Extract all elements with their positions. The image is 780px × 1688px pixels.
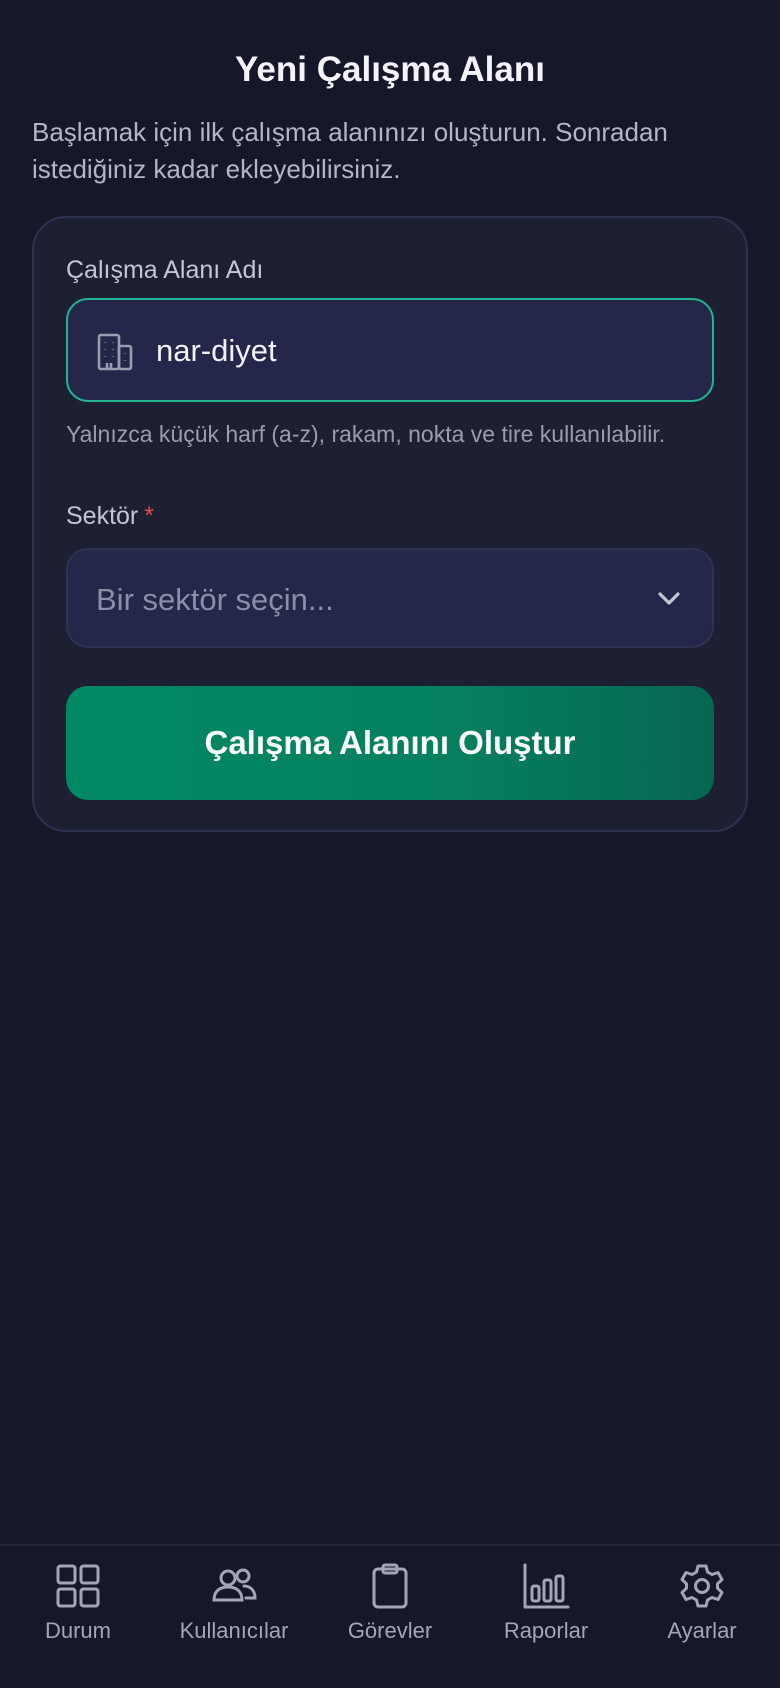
workspace-name-hint: Yalnızca küçük harf (a-z), rakam, nokta … — [66, 421, 666, 447]
sector-label-text: Sektör — [66, 502, 139, 530]
bottom-navigation: Durum Kullanıcılar Görevler Raporlar Aya… — [0, 1544, 780, 1688]
sector-select[interactable]: Bir sektör seçin... — [66, 548, 714, 648]
sector-label: Sektör * — [66, 502, 154, 531]
chevron-down-icon — [658, 592, 680, 605]
nav-item-ayarlar[interactable]: Ayarlar — [624, 1562, 780, 1662]
nav-item-durum[interactable]: Durum — [0, 1562, 156, 1662]
create-workspace-button[interactable]: Çalışma Alanını Oluştur — [66, 686, 714, 800]
workspace-form-card: Çalışma Alanı Adı nar-diyet Yalnızca küç… — [32, 216, 748, 832]
gear-icon — [680, 1564, 724, 1608]
required-asterisk: * — [144, 502, 154, 530]
workspace-name-value: nar-diyet — [156, 333, 277, 368]
nav-item-raporlar[interactable]: Raporlar — [468, 1562, 624, 1662]
create-workspace-screen: Yeni Çalışma Alanı Başlamak için ilk çal… — [0, 0, 780, 1688]
page-title: Yeni Çalışma Alanı — [235, 50, 545, 89]
nav-item-kullanicilar[interactable]: Kullanıcılar — [156, 1562, 312, 1662]
nav-label-raporlar: Raporlar — [503, 1618, 589, 1643]
nav-label-ayarlar: Ayarlar — [667, 1618, 737, 1643]
nav-label-kullanicilar: Kullanıcılar — [179, 1618, 289, 1643]
workspace-name-input[interactable]: nar-diyet — [66, 298, 714, 402]
users-icon — [212, 1568, 257, 1602]
nav-item-gorevler[interactable]: Görevler — [312, 1562, 468, 1662]
page-subtitle: Başlamak için ilk çalışma alanınızı oluş… — [32, 117, 668, 184]
clipboard-icon — [372, 1563, 408, 1609]
building-icon — [97, 333, 133, 371]
nav-label-durum: Durum — [44, 1618, 111, 1643]
sector-select-placeholder: Bir sektör seçin... — [96, 582, 334, 617]
dashboard-grid-icon — [56, 1564, 100, 1608]
nav-label-gorevler: Görevler — [347, 1618, 433, 1643]
workspace-name-label: Çalışma Alanı Adı — [66, 256, 264, 284]
bar-chart-icon — [523, 1563, 570, 1609]
